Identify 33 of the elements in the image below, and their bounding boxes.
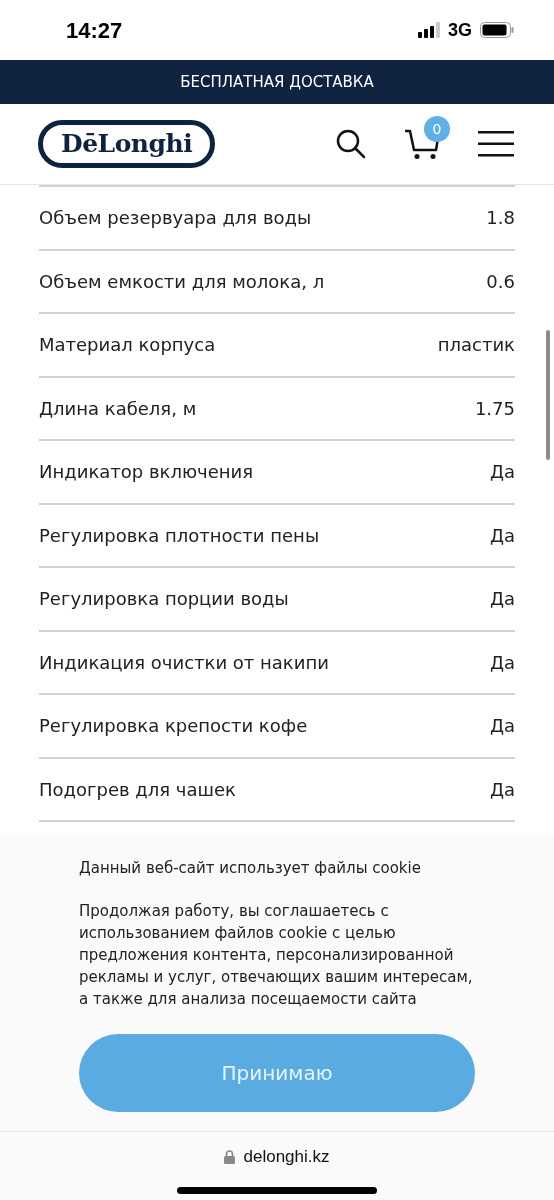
- spec-value: Да: [489, 587, 515, 612]
- spec-label: Объем резервуара для воды: [39, 206, 312, 231]
- spec-label: Индикатор включения: [39, 460, 254, 485]
- search-icon[interactable]: [336, 129, 366, 159]
- spec-label: Индикация очистки от накипи: [39, 650, 329, 675]
- cookie-title: Данный веб-сайт использует файлы cookie: [79, 858, 422, 879]
- cart-count-badge: 0: [424, 116, 450, 142]
- spec-value: 0.6: [486, 269, 515, 294]
- url-text[interactable]: delonghi.kz: [243, 1144, 330, 1170]
- spec-label: Регулировка порции воды: [39, 587, 289, 612]
- spec-value: Да: [489, 460, 515, 485]
- menu-icon[interactable]: [478, 131, 514, 157]
- lock-icon: [224, 1149, 236, 1164]
- spec-label: Подогрев для чашек: [39, 777, 236, 802]
- spec-value: Да: [489, 650, 515, 675]
- spec-value: Да: [489, 714, 515, 739]
- spec-value: пластик: [437, 333, 515, 358]
- spec-value: Да: [489, 523, 515, 548]
- battery-icon: [480, 22, 514, 38]
- spec-label: Объем емкости для молока, л: [39, 269, 325, 294]
- network-text: 3G: [448, 18, 472, 42]
- spec-label: Длина кабеля, м: [39, 396, 197, 421]
- promo-banner-text: БЕСПЛАТНАЯ ДОСТАВКА: [180, 71, 374, 93]
- spec-value: 1.75: [474, 396, 515, 421]
- cookie-text: Продолжая работу, вы соглашаетесь с использованием файлов cookie с целью предложения контента, персонализированной рекламы и услуг, отвечающих вашим интересам, а также для анализа посещаемости сайта: [79, 900, 474, 1010]
- time-text: 14:27: [66, 16, 123, 45]
- spec-label: Регулировка крепости кофе: [39, 714, 308, 739]
- logo[interactable]: DēLonghi: [38, 120, 216, 168]
- spec-value: Да: [489, 777, 515, 802]
- spec-label: Регулировка плотности пены: [39, 523, 320, 548]
- spec-value: 1.8: [486, 206, 515, 231]
- signal-icon: [418, 22, 440, 38]
- spec-label: Материал корпуса: [39, 333, 216, 358]
